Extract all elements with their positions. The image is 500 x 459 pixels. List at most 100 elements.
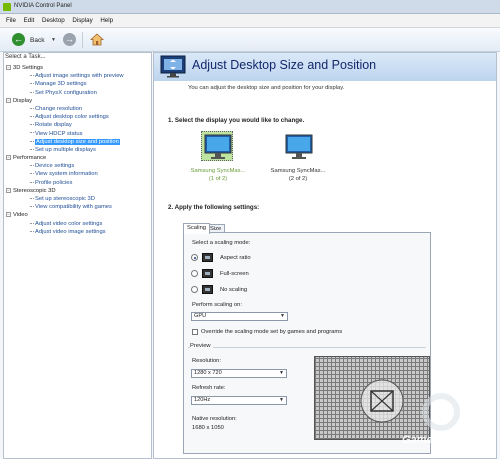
tree-item[interactable]: Rotate display xyxy=(6,121,150,129)
collapse-toggle-icon[interactable]: − xyxy=(6,187,11,193)
tree-item[interactable]: Manage 3D settings xyxy=(6,80,150,88)
tree-connector xyxy=(30,197,34,199)
tree-item[interactable]: View compatibility with games xyxy=(6,203,150,211)
tree-connector xyxy=(30,107,34,109)
back-button[interactable]: Back xyxy=(30,37,44,44)
tree-item[interactable]: Adjust desktop color settings xyxy=(6,113,150,121)
display-2-name: Samsung SyncMas... xyxy=(270,168,326,174)
task-pane-header: Select a Task... xyxy=(5,54,46,60)
display-1-name: Samsung SyncMas... xyxy=(190,168,246,174)
preview-divider xyxy=(188,347,426,348)
tree-label: Adjust image settings with preview xyxy=(35,73,124,80)
tree-label: Set up stereoscopic 3D xyxy=(35,196,95,202)
scaling-mode-label: Select a scaling mode: xyxy=(192,240,251,246)
tree-label: Set PhysX configuration xyxy=(35,89,97,96)
override-checkbox[interactable] xyxy=(192,329,198,335)
tree-item[interactable]: Profile policies xyxy=(6,179,150,187)
tree-item[interactable]: View HDCP status xyxy=(6,130,150,138)
tree-item[interactable]: Adjust image settings with preview xyxy=(6,72,150,80)
collapse-toggle-icon[interactable]: − xyxy=(6,97,11,103)
window-title: NVIDIA Control Panel xyxy=(14,3,72,9)
tree-item[interactable]: Adjust desktop size and position xyxy=(6,138,150,146)
tree-label: Adjust desktop size and position xyxy=(35,138,120,145)
tree-item[interactable]: Set up stereoscopic 3D xyxy=(6,195,150,203)
tree-label: Adjust video image settings xyxy=(35,228,106,235)
radio-no-scaling[interactable] xyxy=(191,286,198,293)
back-arrow-icon[interactable]: ← xyxy=(12,33,25,46)
mode-aspect-ratio-label: Aspect ratio xyxy=(220,255,251,261)
tree-item[interactable]: View system information xyxy=(6,170,150,178)
tree-item[interactable]: Adjust video image settings xyxy=(6,228,150,236)
menu-display[interactable]: Display xyxy=(72,17,92,24)
tree-category[interactable]: − Display xyxy=(6,97,150,105)
home-icon[interactable] xyxy=(90,33,104,46)
forward-arrow-icon[interactable]: → xyxy=(63,33,76,46)
tree-label: 3D Settings xyxy=(13,65,43,71)
monitor-icon xyxy=(204,134,232,159)
tree-label: Device settings xyxy=(35,163,75,170)
toolbar-divider xyxy=(82,32,83,48)
collapse-toggle-icon[interactable]: − xyxy=(6,212,11,218)
no-scaling-icon xyxy=(202,285,213,294)
resolution-value: 1280 x 720 xyxy=(194,370,222,376)
tree-item[interactable]: Set PhysX configuration xyxy=(6,89,150,97)
tree-connector xyxy=(30,165,34,167)
refresh-rate-select[interactable]: 120Hz ▼ xyxy=(191,396,287,405)
page-title: Adjust Desktop Size and Position xyxy=(192,58,377,72)
tree-label: Set up multiple displays xyxy=(35,146,96,153)
tree-label: View compatibility with games xyxy=(35,204,112,211)
perform-scaling-label: Perform scaling on: xyxy=(192,302,242,308)
collapse-toggle-icon[interactable]: − xyxy=(6,155,11,161)
tab-scaling[interactable]: Scaling xyxy=(183,223,211,234)
mode-no-scaling-label: No scaling xyxy=(220,287,248,293)
page-description: You can adjust the desktop size and posi… xyxy=(188,85,345,91)
nvidia-logo-icon xyxy=(3,3,11,11)
preview-label: Preview xyxy=(190,343,213,349)
refresh-rate-label: Refresh rate: xyxy=(192,385,226,391)
tree-connector xyxy=(30,181,34,183)
display-2-number: (2 of 2) xyxy=(288,176,308,182)
preview-overlay-icon xyxy=(360,379,404,423)
menu-edit[interactable]: Edit xyxy=(24,17,35,24)
radio-full-screen[interactable] xyxy=(191,270,198,277)
display-1[interactable] xyxy=(201,131,233,161)
refresh-rate-value: 120Hz xyxy=(194,397,211,403)
tree-connector xyxy=(30,91,34,93)
tree-connector xyxy=(30,148,34,150)
control-panel-window: NVIDIA Control Panel File Edit Desktop D… xyxy=(0,0,500,459)
collapse-toggle-icon[interactable]: − xyxy=(6,64,11,70)
tree-label: View system information xyxy=(35,171,98,178)
tree-connector xyxy=(30,83,34,85)
tree-connector xyxy=(30,206,34,208)
tree-label: Adjust video color settings xyxy=(35,220,103,227)
scaling-preview xyxy=(314,356,430,440)
desktop-size-icon xyxy=(160,55,186,78)
perform-scaling-select[interactable]: GPU ▼ xyxy=(191,312,288,321)
tree-category[interactable]: − Video xyxy=(6,211,150,219)
tree-item[interactable]: Adjust video color settings xyxy=(6,220,150,228)
tree-category[interactable]: − Stereoscopic 3D xyxy=(6,187,150,195)
tree-item[interactable]: Set up multiple displays xyxy=(6,146,150,154)
tree-label: View HDCP status xyxy=(35,130,83,137)
display-2[interactable] xyxy=(283,132,315,162)
override-label: Override the scaling mode set by games a… xyxy=(201,329,343,335)
menu-desktop[interactable]: Desktop xyxy=(42,17,65,24)
tree-connector xyxy=(30,173,34,175)
tree-connector xyxy=(30,230,34,232)
tree-label: Rotate display xyxy=(35,122,72,129)
native-resolution-value: 1680 x 1050 xyxy=(192,425,224,431)
tree-category[interactable]: − Performance xyxy=(6,154,150,162)
perform-scaling-value: GPU xyxy=(194,313,207,319)
tree-category[interactable]: −3D Settings xyxy=(6,64,150,72)
chevron-down-icon[interactable]: ▼ xyxy=(51,37,56,43)
radio-aspect-ratio[interactable] xyxy=(191,254,198,261)
tree-item[interactable]: Change resolution xyxy=(6,105,150,113)
menu-file[interactable]: File xyxy=(6,17,16,24)
tree-item[interactable]: Device settings xyxy=(6,162,150,170)
tree-connector xyxy=(30,132,34,134)
native-resolution-label: Native resolution: xyxy=(192,416,237,422)
resolution-select[interactable]: 1280 x 720 ▼ xyxy=(191,369,287,378)
chevron-down-icon: ▼ xyxy=(280,313,285,319)
menu-help[interactable]: Help xyxy=(100,17,113,24)
tree-label: Performance xyxy=(13,155,47,162)
